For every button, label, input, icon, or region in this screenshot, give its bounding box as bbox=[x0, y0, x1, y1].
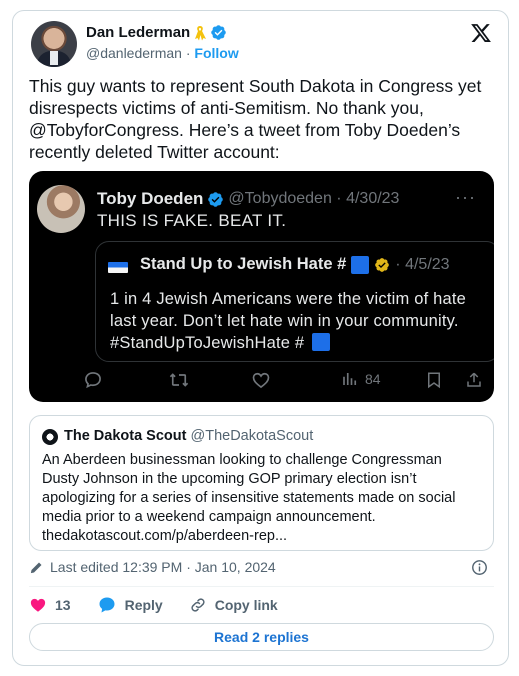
quoted-account-avatar bbox=[42, 429, 58, 445]
embedded-bookmark-icon bbox=[425, 370, 443, 390]
gold-verified-icon bbox=[375, 257, 390, 272]
like-button[interactable]: 13 bbox=[29, 596, 71, 614]
embedded-quoted-tweet: Stand Up to Jewish Hate # · 4/5/23 1 in … bbox=[95, 241, 494, 362]
embedded-like-icon bbox=[251, 370, 271, 390]
tweet-text: This guy wants to represent South Dakota… bbox=[29, 76, 482, 162]
divider bbox=[29, 586, 494, 587]
quoted-title-row: Stand Up to Jewish Hate # · 4/5/23 bbox=[140, 255, 450, 274]
action-bar: 13 Reply Copy link bbox=[29, 595, 304, 615]
link-icon bbox=[191, 598, 205, 612]
more-options-icon: ··· bbox=[455, 187, 476, 207]
info-icon[interactable] bbox=[471, 559, 488, 576]
quoted-account-name: Stand Up to Jewish Hate # bbox=[140, 255, 347, 273]
embedded-author-avatar bbox=[37, 185, 85, 233]
author-handle-row: @danlederman · Follow bbox=[86, 45, 239, 61]
author-name[interactable]: Dan Lederman bbox=[86, 24, 190, 41]
views-chart-icon bbox=[343, 373, 357, 385]
embedded-retweet-icon bbox=[168, 370, 190, 390]
quoted-account-handle: @TheDakotaScout bbox=[190, 428, 314, 444]
embedded-author-row: Toby Doeden @Tobydoeden · 4/30/23 bbox=[97, 189, 399, 209]
embedded-reply-icon bbox=[83, 370, 103, 390]
avatar-shirt bbox=[50, 51, 58, 65]
edited-timestamp[interactable]: Last edited 12:39 PM · Jan 10, 2024 bbox=[50, 559, 276, 575]
author-avatar[interactable] bbox=[31, 21, 77, 67]
reply-label: Reply bbox=[124, 597, 163, 613]
embedded-verified-icon bbox=[208, 191, 224, 207]
quoted-tweet-text: 1 in 4 Jewish Americans were the victim … bbox=[110, 288, 494, 354]
edit-pencil-icon bbox=[30, 562, 42, 573]
reply-bubble-icon bbox=[99, 597, 115, 613]
author-handle[interactable]: @danlederman bbox=[86, 45, 182, 61]
copy-link-button[interactable]: Copy link bbox=[189, 596, 278, 614]
follow-button[interactable]: Follow bbox=[194, 45, 238, 61]
yellow-ribbon-icon bbox=[195, 25, 207, 40]
embedded-tweet-text: THIS IS FAKE. BEAT IT. bbox=[97, 211, 287, 230]
quoted-tweet-card[interactable]: The Dakota Scout @TheDakotaScout An Aber… bbox=[29, 415, 494, 551]
blue-square-emoji-icon bbox=[312, 333, 331, 351]
author-name-row[interactable]: Dan Lederman bbox=[86, 24, 227, 41]
tweet-card: Dan Lederman @danlederman · Follow This … bbox=[12, 10, 509, 666]
x-logo-icon[interactable] bbox=[470, 22, 492, 44]
quoted-tweet-body: 1 in 4 Jewish Americans were the victim … bbox=[110, 290, 467, 352]
quoted-account-name: The Dakota Scout bbox=[64, 428, 187, 444]
handle-separator: · bbox=[185, 45, 191, 61]
copy-link-label: Copy link bbox=[214, 597, 278, 613]
embedded-views-count: 84 bbox=[365, 371, 381, 387]
blue-square-emoji-icon bbox=[351, 255, 370, 274]
edited-timestamp-row[interactable]: Last edited 12:39 PM · Jan 10, 2024 bbox=[29, 559, 276, 575]
embedded-action-bar: 84 bbox=[83, 370, 488, 392]
embedded-share-icon bbox=[465, 370, 483, 390]
verified-badge-icon bbox=[211, 25, 226, 40]
embedded-tweet-screenshot[interactable]: Toby Doeden @Tobydoeden · 4/30/23 ··· TH… bbox=[29, 171, 494, 402]
quoted-account-row: The Dakota Scout @TheDakotaScout bbox=[64, 428, 313, 444]
flag-icon bbox=[108, 262, 128, 273]
quoted-date: · 4/5/23 bbox=[395, 255, 450, 273]
embedded-views-stat: 84 bbox=[341, 370, 381, 388]
reply-button[interactable]: Reply bbox=[97, 595, 163, 615]
heart-icon bbox=[30, 598, 46, 612]
embedded-author-name: Toby Doeden bbox=[97, 189, 204, 208]
read-replies-button[interactable]: Read 2 replies bbox=[29, 623, 494, 651]
embedded-author-meta: @Tobydoeden · 4/30/23 bbox=[228, 190, 400, 207]
quoted-tweet-text: An Aberdeen businessman looking to chall… bbox=[42, 452, 456, 544]
like-count: 13 bbox=[55, 597, 71, 613]
